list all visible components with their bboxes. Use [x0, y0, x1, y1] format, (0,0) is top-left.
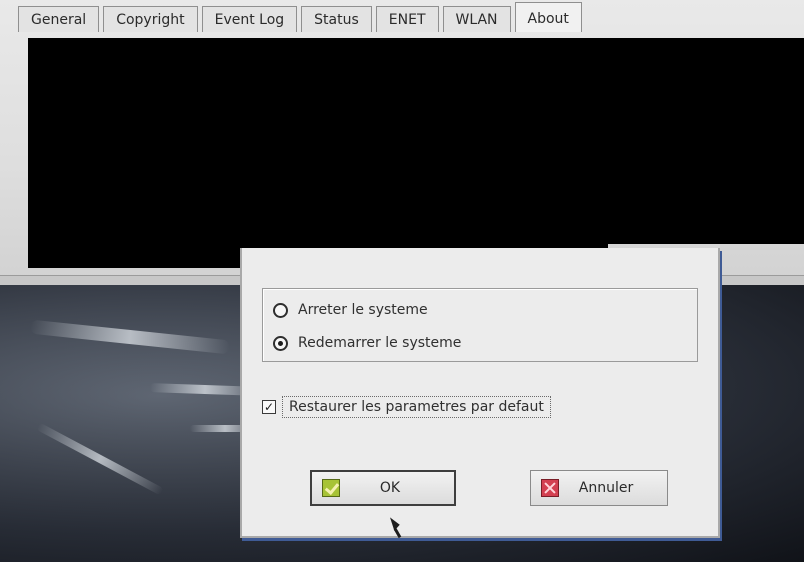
tab-copyright[interactable]: Copyright — [103, 6, 198, 32]
cancel-button-label: Annuler — [578, 480, 634, 496]
tab-enet[interactable]: ENET — [375, 6, 439, 32]
ok-button[interactable]: OK — [310, 470, 456, 506]
shutdown-label: Arreter le systeme — [298, 302, 428, 318]
action-group: Arreter le systeme Redemarrer le systeme — [262, 288, 698, 362]
restore-defaults-option[interactable]: ✓ Restaurer les parametres par defaut — [262, 396, 551, 418]
restore-defaults-checkbox[interactable]: ✓ — [262, 400, 276, 414]
check-icon — [322, 479, 340, 497]
tab-strip: General Copyright Event Log Status ENET … — [0, 0, 804, 32]
restart-label: Redemarrer le systeme — [298, 335, 462, 351]
tab-about[interactable]: About — [514, 2, 582, 32]
tab-event-log[interactable]: Event Log — [201, 6, 298, 32]
radio-selected-dot — [278, 340, 283, 346]
cancel-button[interactable]: Annuler — [530, 470, 668, 506]
option-shutdown[interactable]: Arreter le systeme — [273, 299, 428, 321]
restore-defaults-label: Restaurer les parametres par defaut — [282, 396, 551, 418]
tab-wlan[interactable]: WLAN — [442, 6, 511, 32]
tab-general[interactable]: General — [18, 6, 100, 32]
restart-radio[interactable] — [273, 335, 288, 351]
redacted-area — [28, 38, 804, 244]
shutdown-dialog: Arreter le systeme Redemarrer le systeme… — [240, 248, 720, 538]
ok-button-label: OK — [379, 480, 401, 496]
shutdown-radio[interactable] — [273, 302, 288, 318]
close-icon — [541, 479, 559, 497]
option-restart[interactable]: Redemarrer le systeme — [273, 332, 461, 354]
tab-status[interactable]: Status — [301, 6, 372, 32]
